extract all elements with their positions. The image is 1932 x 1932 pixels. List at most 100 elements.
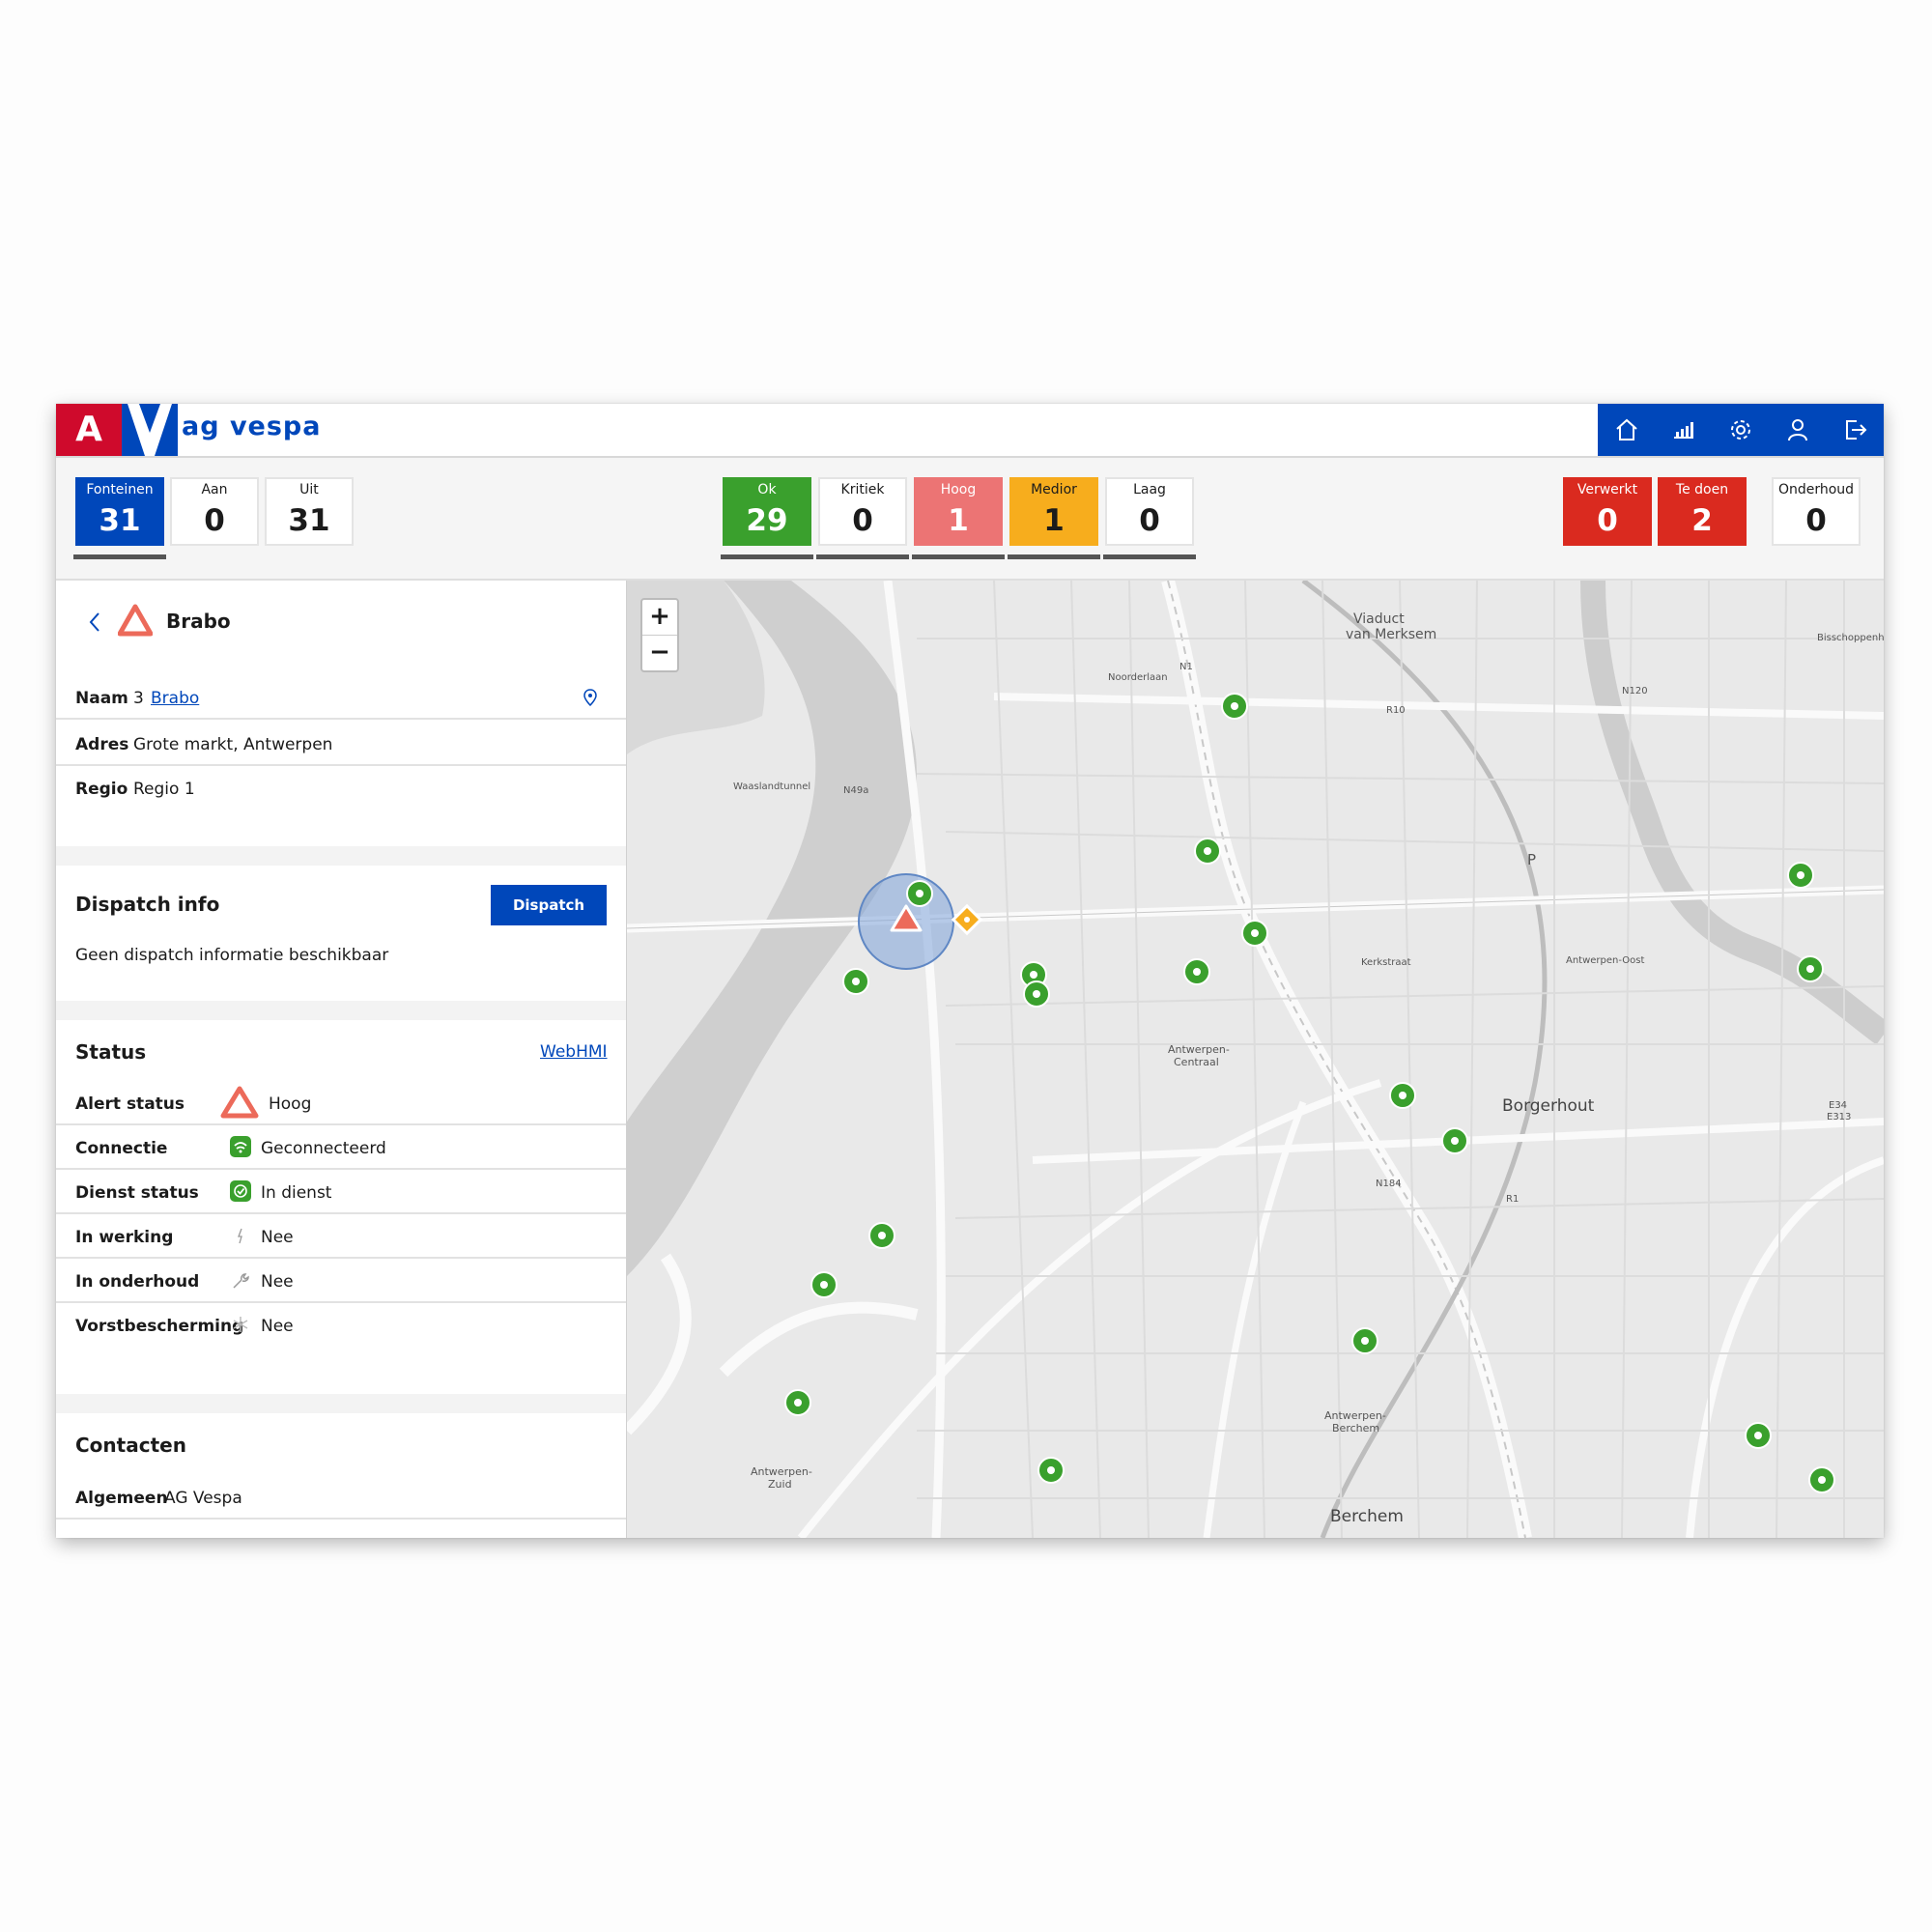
stat-te-doen[interactable]: Te doen 2 <box>1658 477 1747 546</box>
section-divider <box>56 1394 626 1413</box>
status-label: In onderhoud <box>75 1272 200 1292</box>
back-button[interactable] <box>85 608 104 637</box>
fountain-marker-ok[interactable] <box>1441 1127 1468 1154</box>
status-label: Vorstbescherming <box>75 1317 244 1336</box>
naam-row: Naam 3 Brabo <box>56 675 626 720</box>
status-value: Hoog <box>269 1094 312 1114</box>
app-header: A ag vespa <box>56 404 1884 458</box>
fountain-marker-ok[interactable] <box>842 968 869 995</box>
algemeen-label: Algemeen <box>75 1489 168 1508</box>
stat-value: 0 <box>1805 503 1827 538</box>
hoog-underline <box>912 554 1005 559</box>
fountain-marker-ok[interactable] <box>868 1222 895 1249</box>
stat-ok[interactable]: Ok 29 <box>723 477 811 546</box>
fountain-marker-ok[interactable] <box>1037 1457 1065 1484</box>
medior-underline <box>1008 554 1100 559</box>
stat-label: Fonteinen <box>86 482 154 497</box>
naam-label: Naam <box>75 689 128 708</box>
status-title: Status <box>75 1040 147 1064</box>
fountain-marker-ok[interactable] <box>1351 1327 1378 1354</box>
stat-fonteinen[interactable]: Fonteinen 31 <box>75 477 164 546</box>
adres-value: Grote markt, Antwerpen <box>133 735 333 754</box>
regio-value: Regio 1 <box>133 780 195 799</box>
status-value: Geconnecteerd <box>261 1139 386 1158</box>
status-row-werking: In werking Nee <box>56 1214 626 1259</box>
naam-number: 3 <box>133 689 144 708</box>
stat-kritiek[interactable]: Kritiek 0 <box>818 477 907 546</box>
stat-onderhoud[interactable]: Onderhoud 0 <box>1772 477 1861 546</box>
webhmi-link[interactable]: WebHMI <box>540 1042 608 1062</box>
regio-row: Regio Regio 1 <box>56 766 626 810</box>
stat-value: 1 <box>1043 503 1065 538</box>
status-label: Alert status <box>75 1094 185 1114</box>
status-row-alert: Alert status Hoog <box>56 1081 626 1125</box>
user-icon[interactable] <box>1780 412 1815 447</box>
gear-icon[interactable] <box>1723 412 1758 447</box>
stat-label: Te doen <box>1675 482 1729 497</box>
naam-link[interactable]: Brabo <box>151 689 199 708</box>
ok-underline <box>721 554 813 559</box>
stat-label: Laag <box>1133 482 1166 497</box>
fountain-marker-ok[interactable] <box>1797 955 1824 982</box>
logout-icon[interactable] <box>1837 412 1872 447</box>
adres-label: Adres <box>75 735 129 754</box>
antwerpen-logo: A <box>56 404 122 456</box>
status-label: In werking <box>75 1228 174 1247</box>
home-icon[interactable] <box>1609 412 1644 447</box>
fountain-marker-ok[interactable] <box>1241 920 1268 947</box>
fountain-marker-ok[interactable] <box>784 1389 811 1416</box>
stat-verwerkt[interactable]: Verwerkt 0 <box>1563 477 1652 546</box>
fountain-marker-ok[interactable] <box>1183 958 1210 985</box>
stat-label: Onderhoud <box>1777 482 1855 497</box>
stat-value: 0 <box>1597 503 1618 538</box>
stat-label: Kritiek <box>840 482 885 497</box>
status-label: Dienst status <box>75 1183 199 1203</box>
fountain-marker-ok[interactable] <box>1808 1466 1835 1493</box>
stat-label: Ok <box>757 482 777 497</box>
stat-uit[interactable]: Uit 31 <box>265 477 354 546</box>
algemeen-row: Algemeen AG Vespa <box>56 1475 626 1520</box>
fountain-marker-ok[interactable] <box>1023 980 1050 1008</box>
vespa-v-logo <box>122 404 178 456</box>
contacten-title: Contacten <box>75 1434 186 1457</box>
stat-laag[interactable]: Laag 0 <box>1105 477 1194 546</box>
app-window: A ag vespa Fonteinen 31 Aan 0 Uit 31 Ok … <box>56 404 1884 1538</box>
stat-aan[interactable]: Aan 0 <box>170 477 259 546</box>
stat-label: Hoog <box>940 482 977 497</box>
bolt-icon <box>238 1228 242 1244</box>
stat-hoog[interactable]: Hoog 1 <box>914 477 1003 546</box>
zoom-out-button[interactable]: − <box>642 636 677 670</box>
kritiek-underline <box>816 554 909 559</box>
check-circle-icon <box>230 1180 251 1202</box>
section-divider <box>56 846 626 866</box>
fountain-marker-ok[interactable] <box>906 880 933 907</box>
fountain-marker-ok[interactable] <box>1787 862 1814 889</box>
wifi-icon <box>230 1136 251 1157</box>
fountain-marker-ok[interactable] <box>1389 1082 1416 1109</box>
location-pin-icon[interactable] <box>583 689 597 706</box>
status-value: Nee <box>261 1228 294 1247</box>
status-row-vorst: Vorstbescherming Nee <box>56 1303 626 1348</box>
dispatch-title: Dispatch info <box>75 893 220 916</box>
dispatch-button[interactable]: Dispatch <box>491 885 607 925</box>
stat-medior[interactable]: Medior 1 <box>1009 477 1098 546</box>
status-row-onderhoud: In onderhoud Nee <box>56 1259 626 1303</box>
wrench-icon <box>233 1273 249 1289</box>
stats-bar: Fonteinen 31 Aan 0 Uit 31 Ok 29 Kritiek … <box>56 458 1884 581</box>
fonteinen-underline <box>73 554 166 559</box>
chart-icon[interactable] <box>1666 412 1701 447</box>
dispatch-info-text: Geen dispatch informatie beschikbaar <box>75 946 389 965</box>
laag-underline <box>1103 554 1196 559</box>
zoom-in-button[interactable]: + <box>642 600 677 636</box>
stat-value: 29 <box>746 503 788 538</box>
top-navigation <box>1598 404 1884 456</box>
snowflake-icon <box>233 1317 248 1332</box>
fountain-marker-ok[interactable] <box>810 1271 838 1298</box>
stat-value: 31 <box>99 503 141 538</box>
fountain-marker-ok[interactable] <box>1221 693 1248 720</box>
stat-value: 0 <box>852 503 873 538</box>
fountain-marker-ok[interactable] <box>1194 838 1221 865</box>
status-value: Nee <box>261 1272 294 1292</box>
map-view[interactable]: Viaduct van Merksem Noorderlaan N1 R10 N… <box>627 581 1884 1538</box>
fountain-marker-ok[interactable] <box>1745 1422 1772 1449</box>
